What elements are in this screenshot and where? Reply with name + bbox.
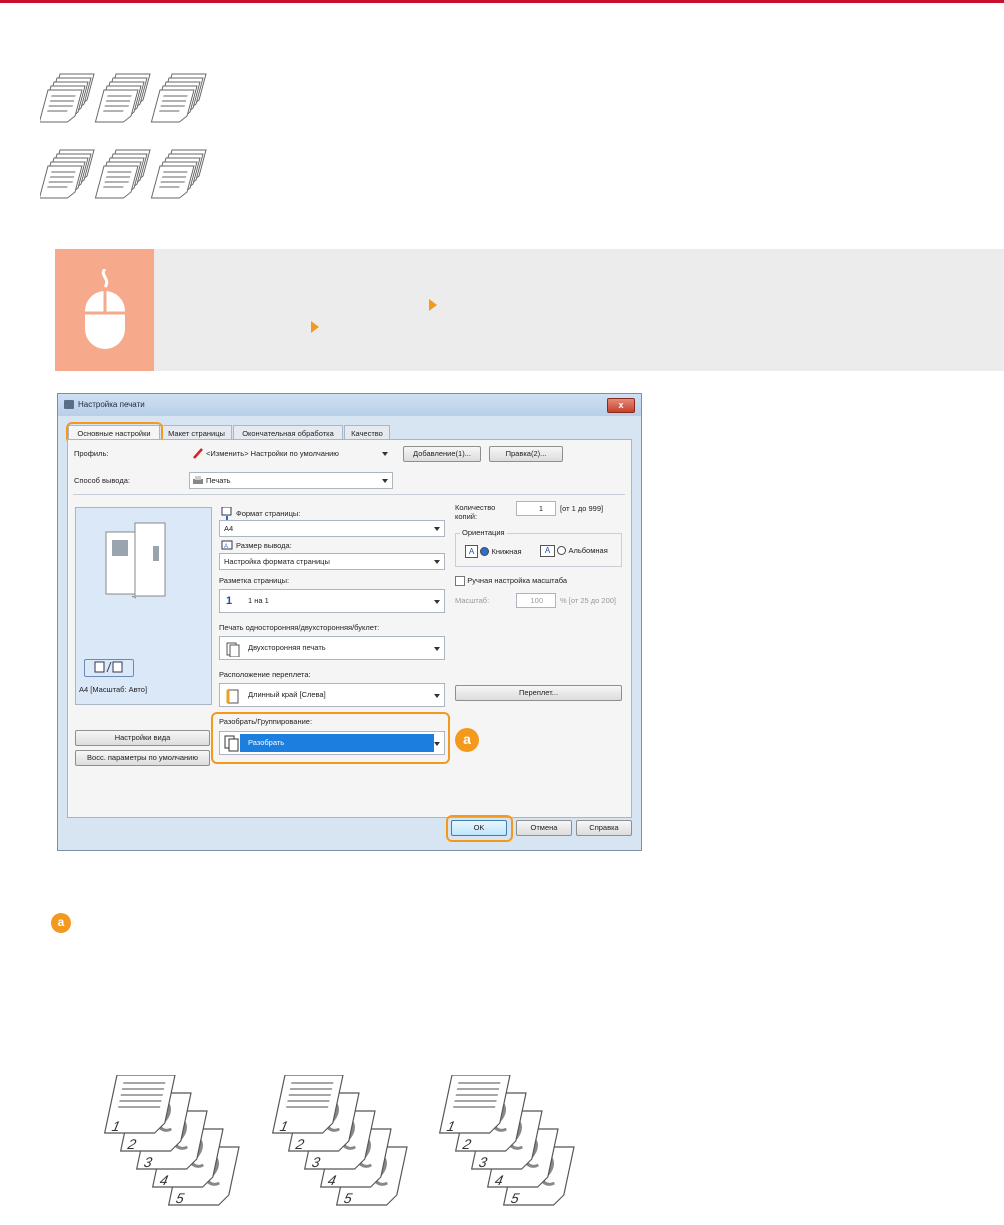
annotation-a-marker: a: [455, 728, 479, 752]
separator: [73, 494, 625, 495]
tab-quality[interactable]: Качество: [344, 425, 390, 440]
scale-label: Масштаб:: [455, 596, 490, 605]
output-size-select[interactable]: Настройка формата страницы: [219, 553, 445, 570]
svg-text:A: A: [224, 544, 228, 550]
mouse-icon-box: [55, 249, 154, 371]
manual-scale-label: Ручная настройка масштаба: [467, 576, 567, 586]
profile-select[interactable]: <Изменить> Настройки по умолчанию: [189, 445, 393, 462]
scale-range: % [от 25 до 200]: [560, 596, 617, 605]
dialog-title: Настройка печати: [78, 400, 145, 409]
tab-finishing[interactable]: Окончательная обработка: [233, 425, 343, 440]
copies-value: 1: [538, 504, 543, 513]
preview-caption: A4 [Масштаб: Авто]: [79, 685, 148, 694]
binding-button[interactable]: Переплет...: [455, 685, 622, 701]
cancel-button[interactable]: Отмена: [516, 820, 572, 836]
close-button[interactable]: x: [607, 398, 635, 413]
orientation-label: Ориентация: [460, 528, 507, 537]
page-size-icon: [221, 507, 232, 520]
restore-defaults-button[interactable]: Восс. параметры по умолчанию: [75, 750, 210, 766]
landscape-label: Альбомная: [568, 546, 608, 555]
page-size-label: Формат страницы:: [236, 509, 301, 518]
manual-scale-checkbox[interactable]: Ручная настройка масштаба: [455, 576, 567, 586]
landscape-radio[interactable]: A Альбомная: [540, 545, 608, 557]
duplex-select[interactable]: Двухсторонняя печать: [219, 636, 445, 660]
output-size-label: Размер вывода:: [236, 541, 292, 550]
duplex-value: Двухсторонняя печать: [248, 643, 326, 652]
page-flip-icon: [94, 661, 123, 673]
pencil-icon: [193, 448, 203, 459]
printer-icon: [193, 476, 203, 484]
preview-toggle-button[interactable]: [84, 659, 134, 677]
output-method-value: Печать: [206, 476, 231, 485]
top-rule: [0, 0, 1004, 3]
profile-value: <Изменить> Настройки по умолчанию: [206, 449, 339, 458]
printing-preferences-dialog: Настройка печати x Основные настройки Ма…: [57, 393, 642, 851]
output-size-value: Настройка формата страницы: [224, 557, 330, 566]
binding-value: Длинный край [Слева]: [248, 690, 326, 699]
copies-input[interactable]: 1: [516, 501, 556, 516]
copies-label: Количество копий:: [455, 503, 496, 521]
annotation-a-heading-marker: a: [51, 913, 71, 933]
page-preview: A4 [Масштаб: Авто]: [75, 507, 212, 705]
landscape-icon: A: [540, 545, 555, 557]
portrait-radio[interactable]: A Книжная: [465, 545, 522, 558]
output-method-select[interactable]: Печать: [189, 472, 393, 489]
step-arrow-icon: [429, 299, 437, 311]
binding-select[interactable]: Длинный край [Слева]: [219, 683, 445, 707]
printer-icon: [64, 400, 74, 409]
duplex-icon: [226, 642, 240, 657]
collated-sets-illustration: 543215432154321: [103, 1075, 575, 1206]
step-arrow-icon: [311, 321, 319, 333]
help-button[interactable]: Справка: [576, 820, 632, 836]
portrait-label: Книжная: [491, 547, 522, 556]
scale-input[interactable]: 100: [516, 593, 556, 608]
copies-range: [от 1 до 999]: [560, 504, 604, 513]
collate-highlight: [211, 712, 450, 764]
edit-profile-button[interactable]: Правка(2)...: [489, 446, 563, 462]
binding-label: Расположение переплета:: [219, 670, 311, 679]
output-size-icon: A: [221, 540, 233, 550]
hint-band: [55, 249, 1004, 371]
profile-label: Профиль:: [74, 449, 109, 458]
sets-illustration: [40, 70, 220, 210]
layout-number-icon: 1: [226, 595, 233, 607]
page-size-select[interactable]: A4: [219, 520, 445, 537]
ok-highlight: [446, 815, 513, 842]
scale-value: 100: [530, 596, 543, 605]
dialog-titlebar: Настройка печати x: [58, 394, 641, 416]
output-method-label: Способ вывода:: [74, 476, 130, 485]
binding-icon: [226, 689, 239, 704]
mouse-icon: [85, 269, 125, 349]
page-layout-label: Разметка страницы:: [219, 576, 290, 585]
page-layout-value: 1 на 1: [248, 596, 269, 605]
duplex-label: Печать односторонняя/двухсторонняя/букле…: [219, 623, 380, 632]
portrait-icon: A: [465, 545, 478, 558]
portrait-radio-dot: [480, 547, 490, 557]
checkbox-box: [455, 576, 465, 586]
view-settings-button[interactable]: Настройки вида: [75, 730, 210, 746]
tab-page-setup[interactable]: Макет страницы: [161, 425, 232, 440]
page-size-value: A4: [224, 524, 234, 533]
page-layout-select[interactable]: 1 1 на 1: [219, 589, 445, 613]
landscape-radio-dot: [557, 546, 567, 556]
add-profile-button[interactable]: Добавление(1)...: [403, 446, 481, 462]
